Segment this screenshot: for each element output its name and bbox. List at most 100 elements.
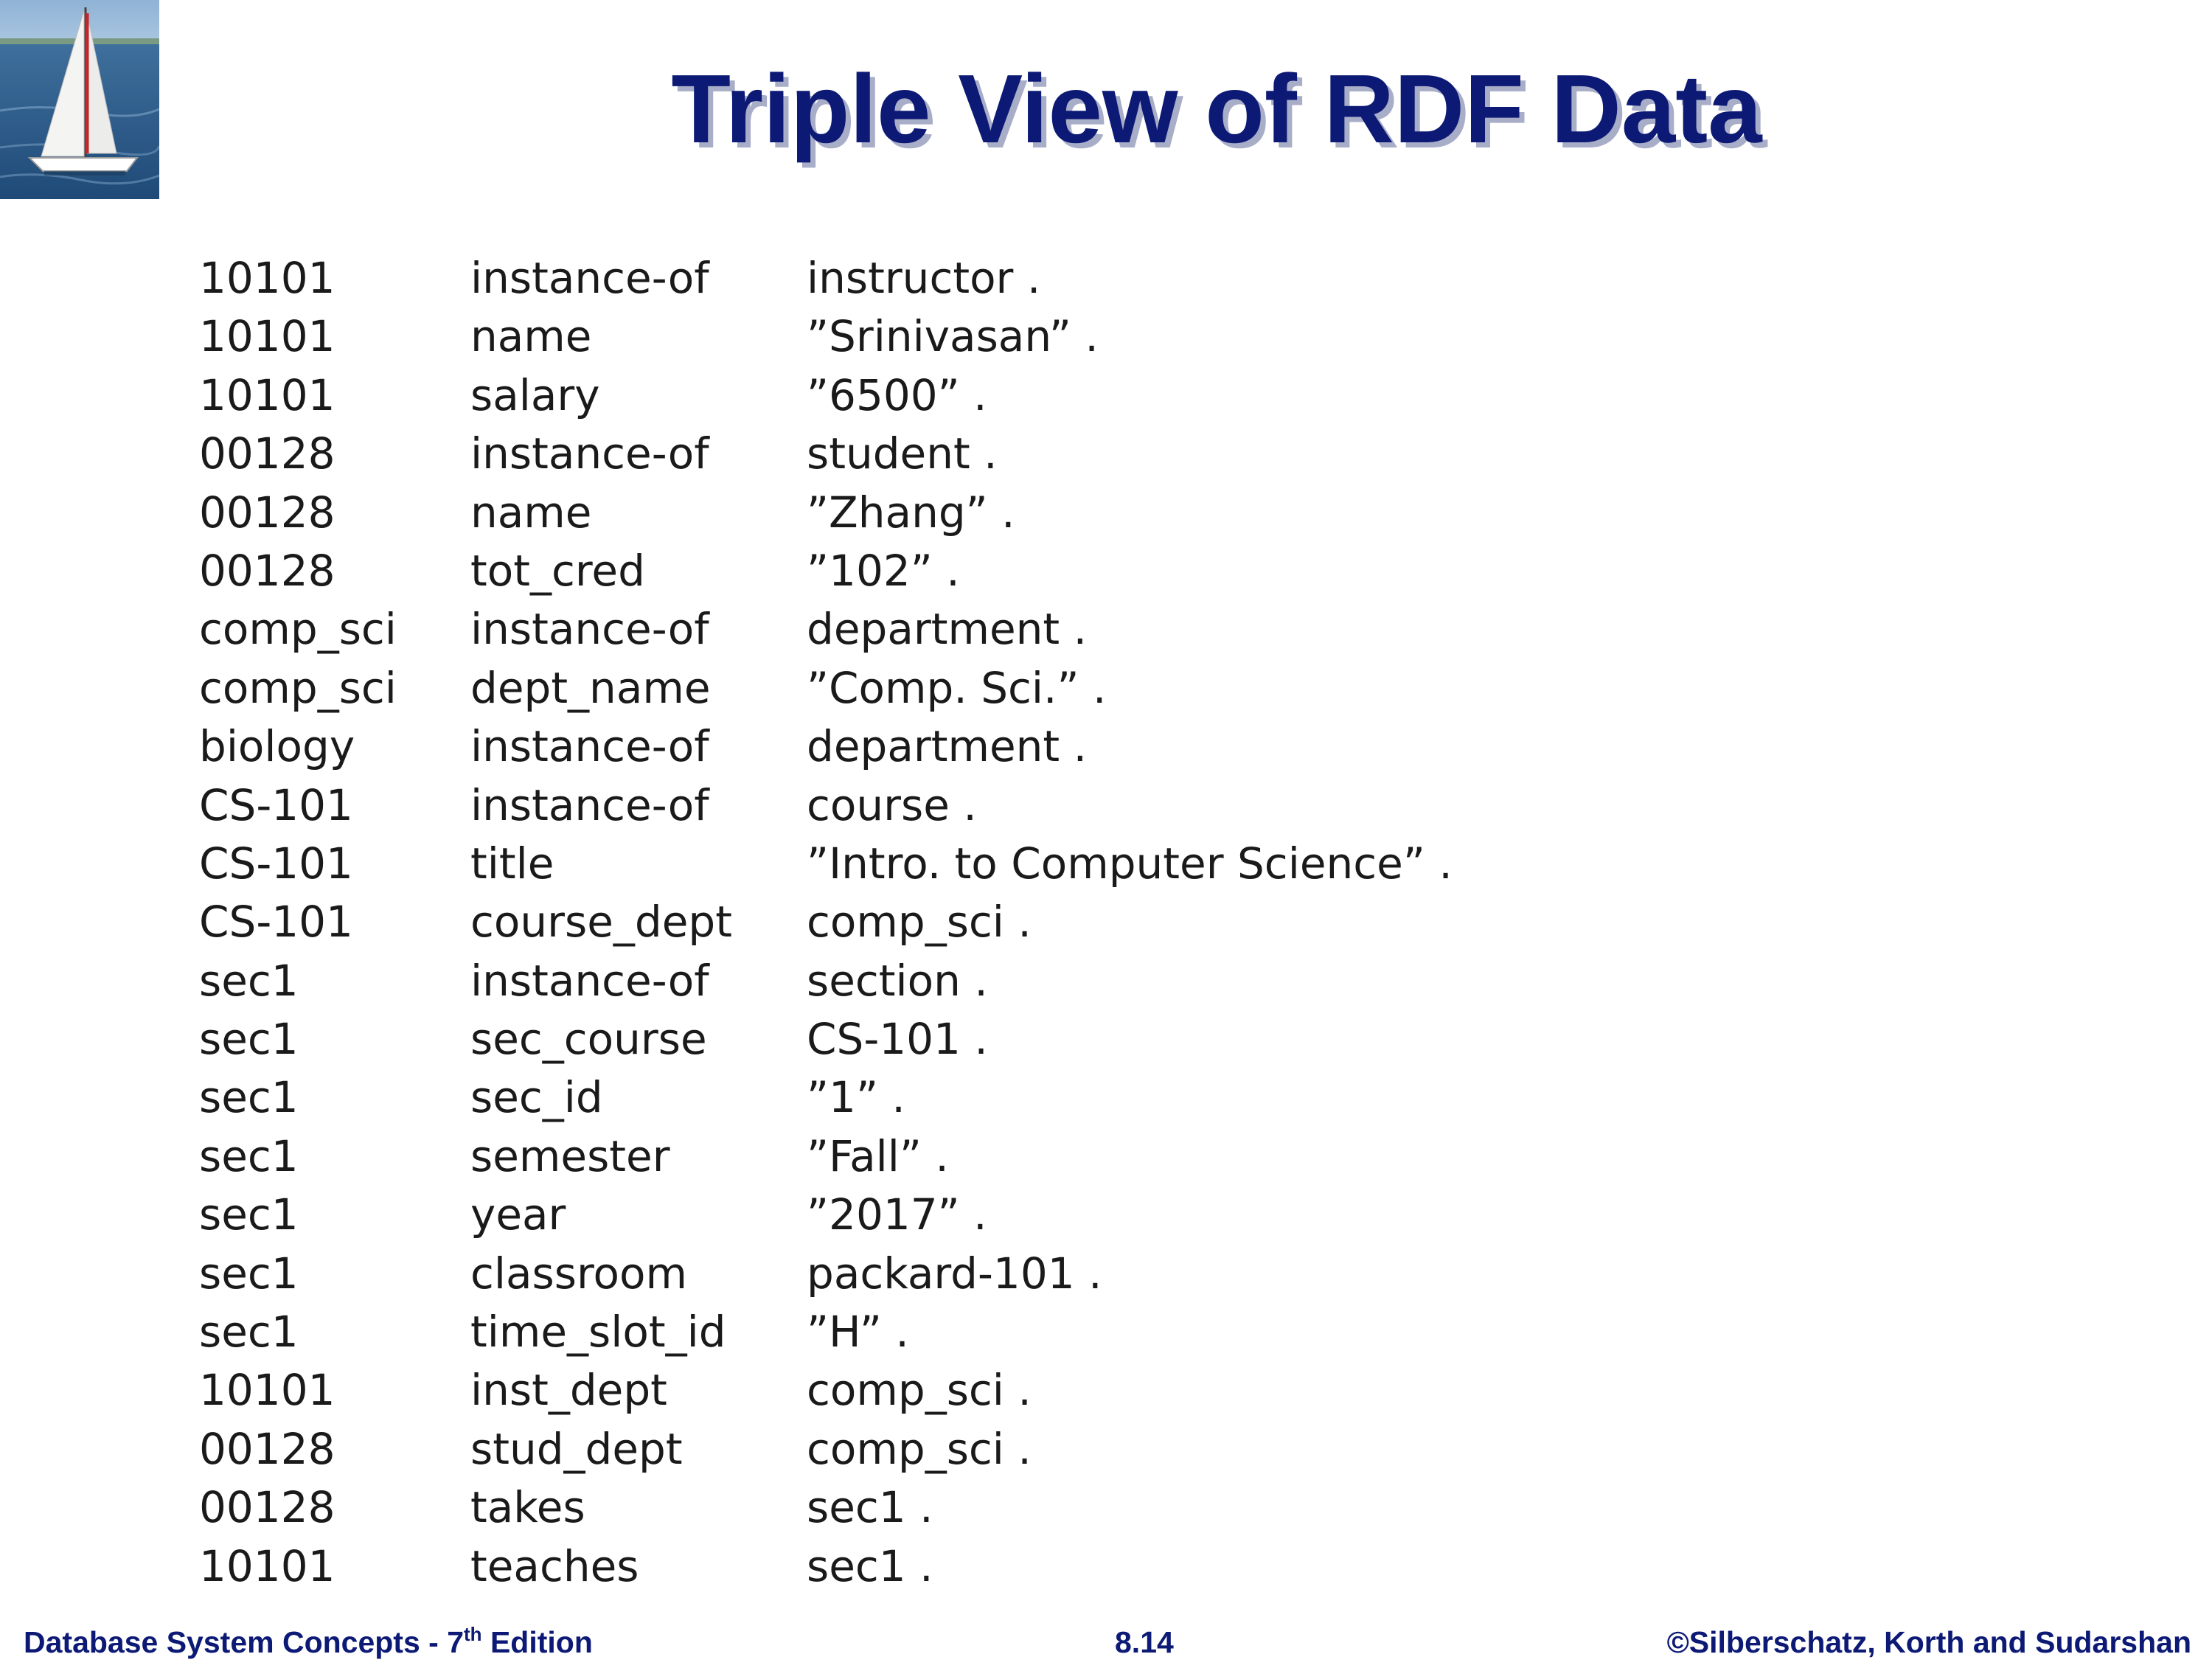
triple-row: 00128 stud_dept comp_sci . [199,1420,1969,1478]
triple-subject: sec1 [199,955,299,1006]
triple-predicate: year [470,1189,566,1240]
triple-subject: 00128 [199,428,335,479]
triple-predicate: instance-of [470,779,709,830]
triple-row: sec1 instance-of section . [199,952,1969,1010]
triples-table: 10101 instance-of instructor . 10101 name ”Sr… [199,249,1969,1596]
triple-subject: 10101 [199,311,335,362]
triple-predicate: teaches [470,1540,639,1591]
triple-subject: sec1 [199,1072,299,1123]
footer-copyright: ©Silberschatz, Korth and Sudarshan [1666,1625,2191,1659]
triple-row: sec1 classroom packard-101 . [199,1245,1969,1303]
triple-row: CS-101 title ”Intro. to Computer Science” … [199,835,1969,893]
triple-object: ”1” . [807,1072,905,1123]
triple-row: biology instance-of department . [199,717,1969,776]
triple-subject: 10101 [199,1540,335,1591]
triple-subject: sec1 [199,1248,299,1299]
triple-object: sec1 . [807,1540,933,1591]
triple-subject: 00128 [199,487,335,538]
triple-subject: CS-101 [199,779,353,830]
triple-row: 10101 name ”Srinivasan” . [199,307,1969,366]
footer-book-title: Database System Concepts - 7th Edition [24,1616,593,1668]
triple-row: 00128 instance-of student . [199,425,1969,483]
triple-subject: comp_sci [199,662,397,713]
triple-predicate: instance-of [470,604,709,655]
triple-row: 10101 instance-of instructor . [199,249,1969,307]
triple-predicate: sec_id [470,1072,603,1123]
triple-subject: comp_sci [199,604,397,655]
triple-object: department . [807,604,1088,655]
triple-predicate: inst_dept [470,1365,667,1416]
triple-row: sec1 sec_course CS-101 . [199,1010,1969,1068]
triple-subject: biology [199,721,355,772]
triple-subject: 10101 [199,1365,335,1416]
triple-predicate: course_dept [470,897,732,948]
triple-row: CS-101 instance-of course . [199,776,1969,835]
triple-subject: sec1 [199,1307,299,1358]
triple-object: student . [807,428,998,479]
triple-predicate: instance-of [470,955,709,1006]
triple-predicate: instance-of [470,253,709,303]
triple-row: sec1 time_slot_id ”H” . [199,1303,1969,1361]
triple-object: instructor . [807,253,1041,303]
sailboat-icon [0,0,159,199]
sailboat-logo [0,0,159,199]
triple-object: ”Intro. to Computer Science” . [807,838,1453,889]
triple-object: ”102” . [807,545,960,596]
triple-row: comp_sci dept_name ”Comp. Sci.” . [199,659,1969,717]
triple-row: 10101 salary ”6500” . [199,366,1969,425]
triple-subject: 10101 [199,369,335,420]
triple-subject: CS-101 [199,897,353,948]
triple-row: 00128 tot_cred ”102” . [199,542,1969,600]
triple-predicate: time_slot_id [470,1307,726,1358]
triple-subject: 00128 [199,1482,335,1533]
triple-subject: 00128 [199,545,335,596]
triple-object: ”H” . [807,1307,909,1358]
triple-subject: sec1 [199,1189,299,1240]
triple-row: 10101 teaches sec1 . [199,1537,1969,1596]
triple-predicate: name [470,311,592,362]
triple-subject: 00128 [199,1423,335,1474]
footer-book-title-prefix: Database System Concepts - 7 [24,1625,465,1659]
triple-object: ”Zhang” . [807,487,1015,538]
slide-number: 8.14 [1115,1625,1174,1659]
triple-object: comp_sci . [807,897,1032,948]
triple-predicate: semester [470,1130,670,1181]
triple-object: CS-101 . [807,1014,988,1065]
triple-subject: 10101 [199,253,335,303]
triple-predicate: instance-of [470,428,709,479]
triple-object: comp_sci . [807,1365,1032,1416]
triple-object: ”2017” . [807,1189,987,1240]
slide-footer: Database System Concepts - 7th Edition 8… [0,1616,2212,1668]
triple-subject: sec1 [199,1130,299,1181]
triple-predicate: title [470,838,554,889]
triple-predicate: salary [470,369,600,420]
triple-predicate: instance-of [470,721,709,772]
triple-object: course . [807,779,977,830]
triple-object: comp_sci . [807,1423,1032,1474]
triple-row: comp_sci instance-of department . [199,600,1969,658]
triple-predicate: takes [470,1482,585,1533]
triple-object: packard-101 . [807,1248,1102,1299]
triple-row: 10101 inst_dept comp_sci . [199,1361,1969,1419]
triple-row: sec1 semester ”Fall” . [199,1127,1969,1186]
triple-predicate: tot_cred [470,545,645,596]
triple-row: 00128 takes sec1 . [199,1478,1969,1537]
triple-subject: CS-101 [199,838,353,889]
slide-title: Triple View of RDF Data [671,55,1762,163]
triple-row: sec1 sec_id ”1” . [199,1068,1969,1127]
triple-row: CS-101 course_dept comp_sci . [199,893,1969,951]
triple-predicate: name [470,487,592,538]
triple-object: ”Fall” . [807,1130,949,1181]
triple-object: department . [807,721,1088,772]
triple-subject: sec1 [199,1014,299,1065]
triple-object: ”Srinivasan” . [807,311,1099,362]
triple-row: sec1 year ”2017” . [199,1186,1969,1244]
triple-predicate: stud_dept [470,1423,683,1474]
triple-predicate: classroom [470,1248,688,1299]
triple-predicate: dept_name [470,662,711,713]
triple-row: 00128 name ”Zhang” . [199,484,1969,542]
footer-book-title-sup: th [464,1623,482,1645]
footer-book-title-suffix: Edition [481,1625,593,1659]
triple-object: sec1 . [807,1482,933,1533]
triple-predicate: sec_course [470,1014,707,1065]
